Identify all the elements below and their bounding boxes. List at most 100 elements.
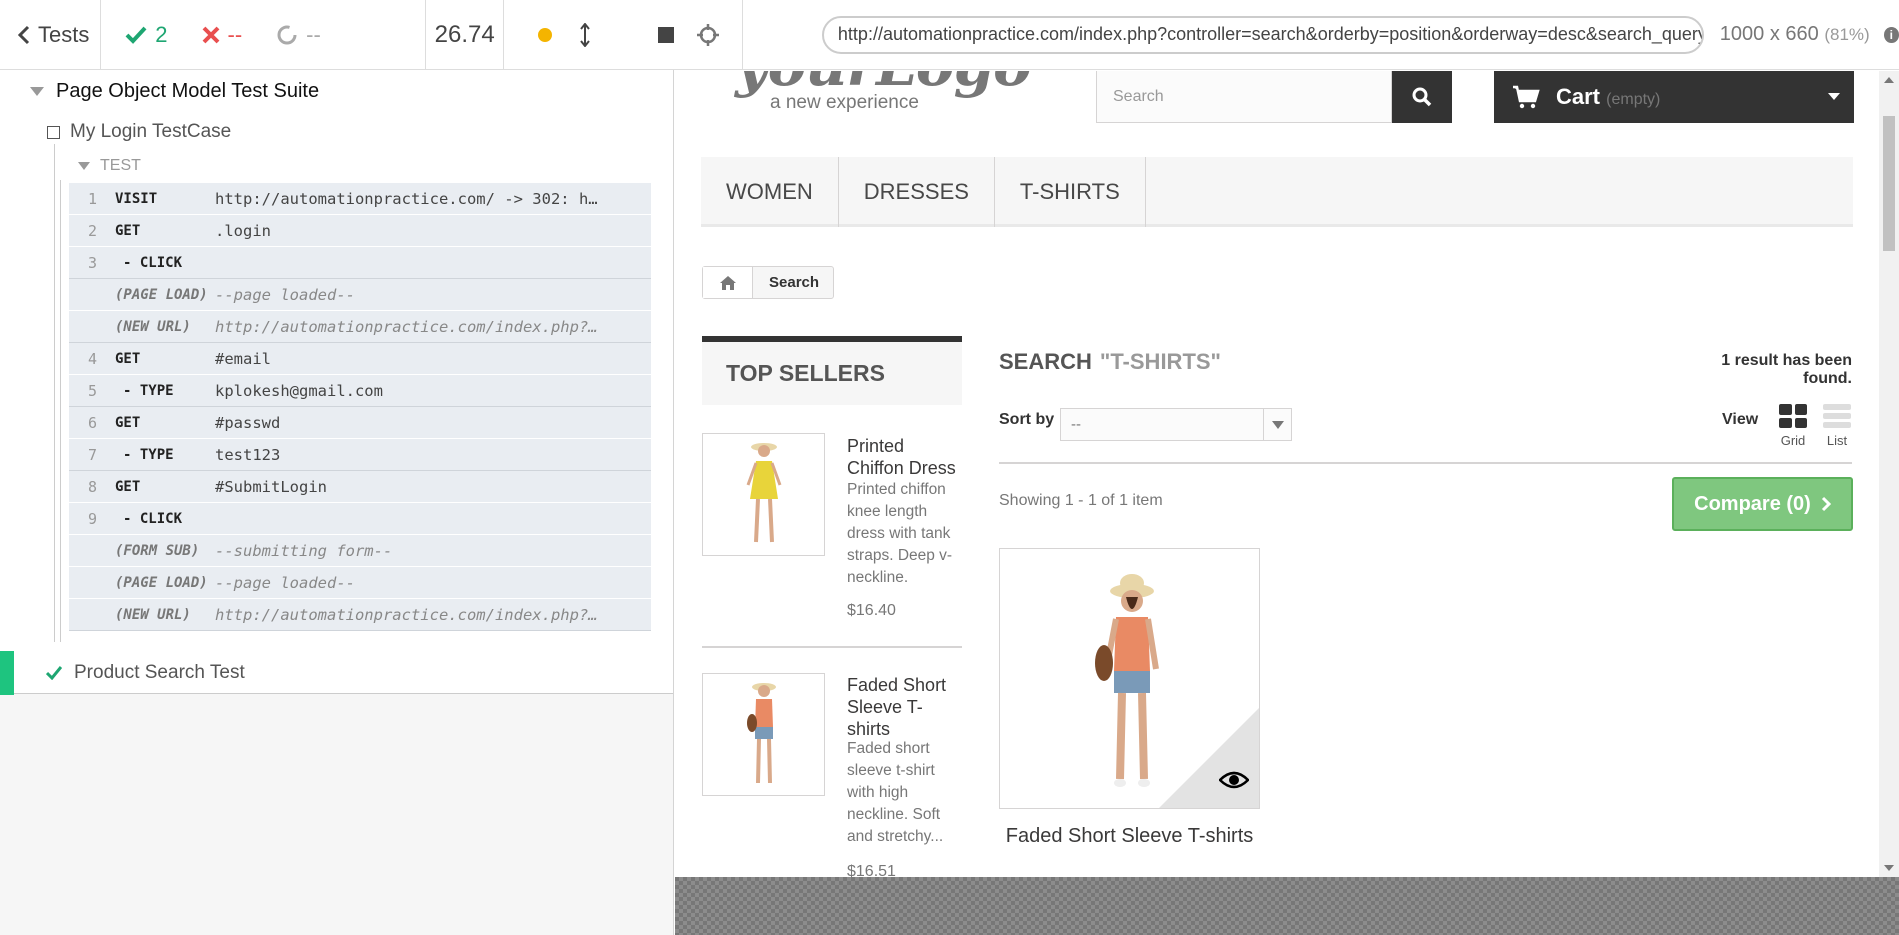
command-row[interactable]: 2 GET .login — [69, 215, 651, 247]
reporter-header: Tests 2 -- -- 26.74 — [0, 0, 674, 70]
search-button[interactable] — [1392, 71, 1452, 123]
suite-title[interactable]: Page Object Model Test Suite — [30, 80, 319, 103]
chevron-down-icon — [1263, 409, 1291, 440]
sort-select[interactable]: -- — [1060, 408, 1292, 441]
compare-button[interactable]: Compare (0) — [1672, 477, 1853, 531]
tests-button[interactable]: Tests — [0, 0, 102, 70]
command-name: (PAGE LOAD) — [115, 574, 208, 591]
search-input[interactable]: Search — [1096, 71, 1392, 123]
testcase-title[interactable]: My Login TestCase — [47, 121, 231, 143]
collapse-triangle-icon — [30, 87, 44, 96]
breadcrumb-home[interactable] — [703, 267, 753, 298]
menu-item-tshirts[interactable]: T-shirts — [995, 157, 1146, 227]
selector-playground-button[interactable] — [674, 0, 743, 70]
info-icon[interactable]: i — [1883, 26, 1899, 43]
command-name: (FORM SUB) — [115, 542, 200, 559]
command-message: #passwd — [215, 413, 281, 432]
tests-label: Tests — [38, 21, 90, 47]
product-title[interactable]: Faded Short Sleeve T-shirts — [999, 823, 1260, 850]
command-row[interactable]: 8 GET #SubmitLogin — [69, 471, 651, 503]
chevron-left-icon — [18, 25, 30, 44]
menu-item-dresses[interactable]: Dresses — [839, 157, 995, 227]
failed-count[interactable]: -- — [202, 22, 242, 48]
cart-block[interactable]: Cart (empty) — [1494, 71, 1854, 123]
command-row[interactable]: 5 - TYPE kplokesh@gmail.com — [69, 375, 651, 407]
collapse-triangle-icon — [78, 162, 90, 170]
top-seller-price: $16.40 — [847, 602, 896, 619]
scroll-thumb[interactable] — [1883, 116, 1895, 251]
view-list[interactable]: List — [1823, 404, 1851, 448]
scroll-down-icon[interactable] — [1884, 865, 1894, 871]
command-name: (NEW URL) — [115, 606, 191, 623]
product-search-test[interactable]: Product Search Test — [0, 651, 673, 695]
command-message: http://automationpractice.com/ -> 302: h… — [215, 189, 598, 208]
command-row[interactable]: 7 - TYPE test123 — [69, 439, 651, 471]
command-message: kplokesh@gmail.com — [215, 381, 383, 400]
running-indicator-icon — [538, 27, 552, 42]
command-row[interactable]: (FORM SUB) --submitting form-- — [69, 535, 651, 567]
command-message: #email — [215, 349, 271, 368]
top-seller-image[interactable] — [702, 433, 825, 556]
testcase-label: My Login TestCase — [70, 121, 232, 142]
command-log: Page Object Model Test Suite My Login Te… — [0, 70, 673, 695]
product-card[interactable] — [999, 548, 1260, 809]
command-number: 2 — [87, 221, 97, 240]
home-icon — [719, 275, 736, 290]
command-message: --page loaded-- — [215, 285, 355, 304]
logo-tagline: a new experience — [770, 92, 919, 113]
command-row[interactable]: (NEW URL) http://automationpractice.com/i… — [69, 311, 651, 343]
compare-label: Compare (0) — [1694, 492, 1811, 515]
command-number: 7 — [87, 445, 97, 464]
top-sellers-title[interactable]: Top sellers — [702, 342, 962, 405]
showing-count: Showing 1 - 1 of 1 item — [999, 492, 1163, 509]
aut-frame: yourLogo a new experience Search Cart (e… — [675, 71, 1879, 877]
list-icon — [1823, 404, 1851, 428]
top-seller-name[interactable]: Printed Chiffon Dress — [847, 435, 965, 479]
stats: 2 -- -- — [101, 0, 427, 70]
scroll-up-icon[interactable] — [1884, 77, 1894, 83]
square-icon — [47, 125, 60, 139]
duration: 26.74 — [426, 0, 504, 70]
search-heading: Search "T-shirts" — [999, 349, 1221, 375]
command-message: .login — [215, 221, 271, 240]
url-bar[interactable]: http://automationpractice.com/index.php?… — [821, 15, 1704, 54]
command-row[interactable]: 4 GET #email — [69, 343, 651, 375]
test2-label: Product Search Test — [74, 662, 245, 683]
command-name: VISIT — [115, 190, 158, 207]
search-heading-label: Search — [999, 349, 1092, 374]
passed-count[interactable]: 2 — [125, 22, 168, 48]
auto-scroll-icon[interactable] — [580, 22, 590, 47]
pending-value: -- — [306, 21, 321, 47]
command-name: GET — [115, 350, 141, 367]
command-message: test123 — [215, 445, 281, 464]
command-number: 5 — [87, 381, 97, 400]
command-row[interactable]: (NEW URL) http://automationpractice.com/i… — [69, 599, 651, 631]
test-block-label[interactable]: TEST — [78, 157, 141, 175]
command-row[interactable]: (PAGE LOAD) --page loaded-- — [69, 279, 651, 311]
command-number: 1 — [87, 189, 97, 208]
command-row[interactable]: (PAGE LOAD) --page loaded-- — [69, 567, 651, 599]
eye-icon[interactable] — [1219, 770, 1249, 790]
command-list: 1 VISIT http://automationpractice.com/ -> … — [69, 183, 651, 631]
search-box: Search — [1096, 71, 1456, 123]
menu-item-women[interactable]: Women — [701, 157, 839, 227]
top-seller-image[interactable] — [702, 673, 825, 796]
stop-icon[interactable] — [658, 26, 674, 43]
command-name: - CLICK — [123, 254, 183, 271]
chevron-down-icon — [1828, 93, 1840, 100]
pending-count[interactable]: -- — [276, 22, 321, 48]
command-row[interactable]: 3 - CLICK — [69, 247, 651, 279]
view-grid[interactable]: Grid — [1779, 404, 1807, 448]
check-icon — [125, 26, 147, 44]
command-row[interactable]: 1 VISIT http://automationpractice.com/ -> … — [69, 183, 651, 215]
card-corner — [1159, 708, 1259, 808]
cart-icon — [1513, 85, 1540, 109]
command-number: 3 — [87, 253, 97, 272]
chevron-right-icon — [1821, 496, 1831, 512]
top-seller-name[interactable]: Faded Short Sleeve T-shirts — [847, 674, 965, 740]
command-row[interactable]: 9 - CLICK — [69, 503, 651, 535]
command-row[interactable]: 6 GET #passwd — [69, 407, 651, 439]
scrollbar[interactable] — [1879, 71, 1899, 877]
sort-label: Sort by — [999, 411, 1055, 428]
breadcrumb-current: Search — [769, 274, 820, 291]
